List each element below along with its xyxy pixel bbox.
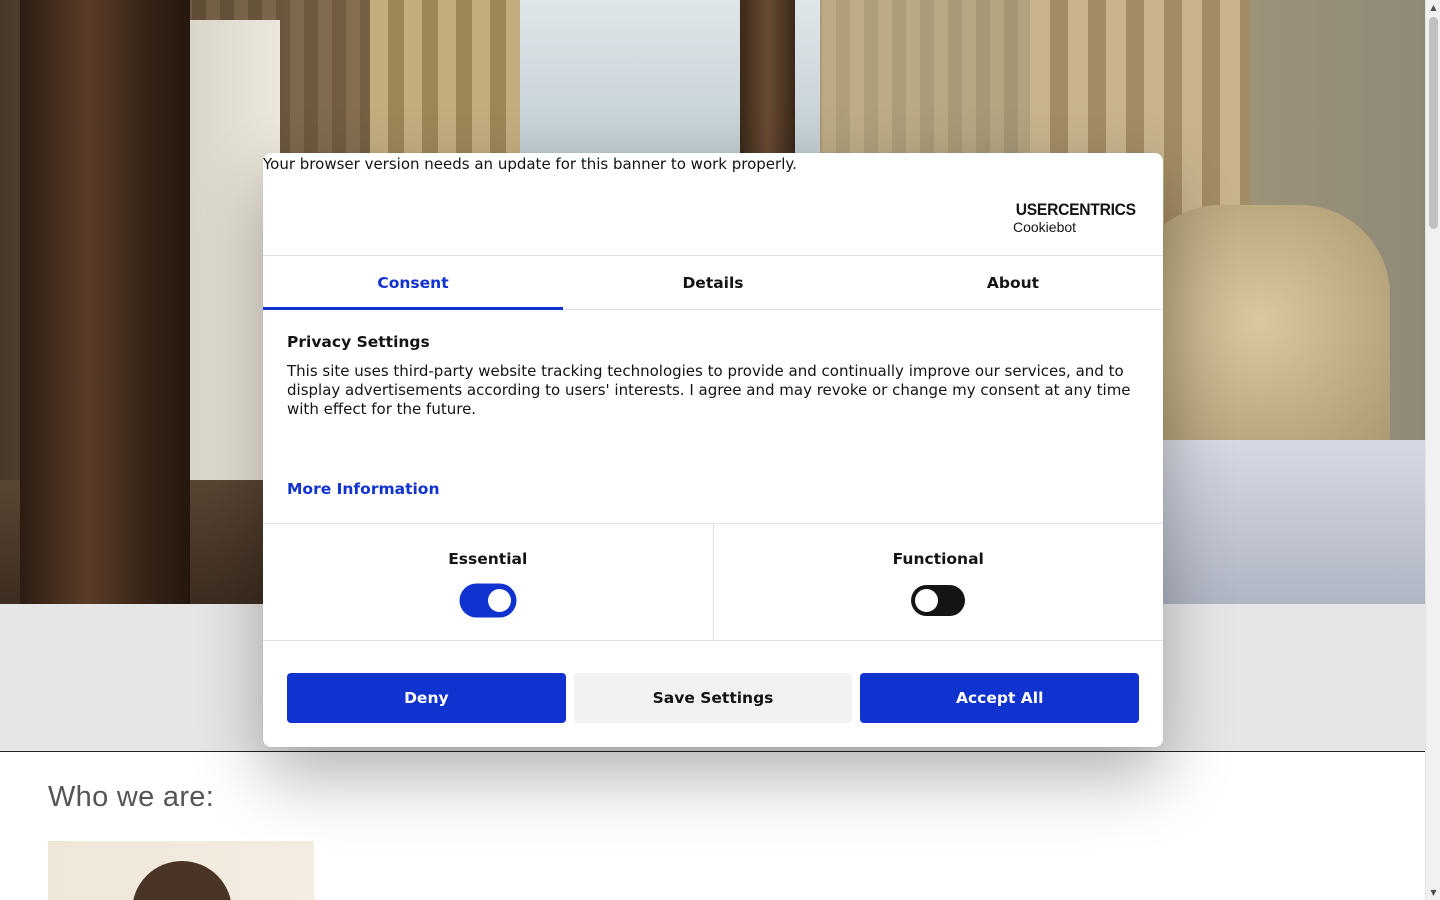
scroll-up-arrow-icon[interactable]: ▲	[1426, 0, 1440, 15]
essential-label: Essential	[448, 550, 528, 568]
privacy-description: This site uses third-party website track…	[287, 362, 1131, 418]
consent-buttons: Deny Save Settings Accept All	[287, 673, 1140, 723]
scroll-down-arrow-icon[interactable]: ▼	[1426, 885, 1440, 900]
category-functional: Functional	[712, 524, 1164, 640]
consent-tabs: Consent Details About	[263, 255, 1163, 310]
functional-toggle[interactable]	[911, 585, 966, 616]
deny-button[interactable]: Deny	[287, 673, 566, 723]
category-toggles: Essential Functional	[263, 523, 1163, 641]
tab-details[interactable]: Details	[563, 256, 863, 309]
page-scrollbar[interactable]: ▲ ▼	[1425, 0, 1440, 900]
save-settings-button[interactable]: Save Settings	[573, 673, 853, 723]
more-information-link[interactable]: More Information	[287, 480, 439, 498]
browser-warning-text: Your browser version needs an update for…	[263, 155, 797, 173]
brand-product: Cookiebot	[1013, 219, 1077, 235]
brand-name: USERCENTRICS	[1015, 200, 1136, 219]
functional-label: Functional	[892, 550, 984, 568]
accept-all-button[interactable]: Accept All	[860, 673, 1140, 723]
who-we-are-section: Who we are:	[0, 753, 1425, 900]
section-title: Who we are:	[48, 781, 215, 813]
team-portrait-image	[48, 841, 314, 900]
scrollbar-thumb[interactable]	[1429, 17, 1438, 229]
category-essential: Essential	[263, 524, 713, 640]
essential-toggle[interactable]	[460, 585, 515, 616]
cookiebot-logo[interactable]: USERCENTRICS Cookiebot	[1013, 200, 1136, 235]
cookie-consent-dialog: Your browser version needs an update for…	[263, 153, 1163, 747]
tab-consent[interactable]: Consent	[263, 256, 563, 310]
tab-about[interactable]: About	[863, 256, 1163, 309]
consent-body: Privacy Settings This site uses third-pa…	[287, 333, 1137, 419]
privacy-settings-heading: Privacy Settings	[287, 333, 430, 351]
